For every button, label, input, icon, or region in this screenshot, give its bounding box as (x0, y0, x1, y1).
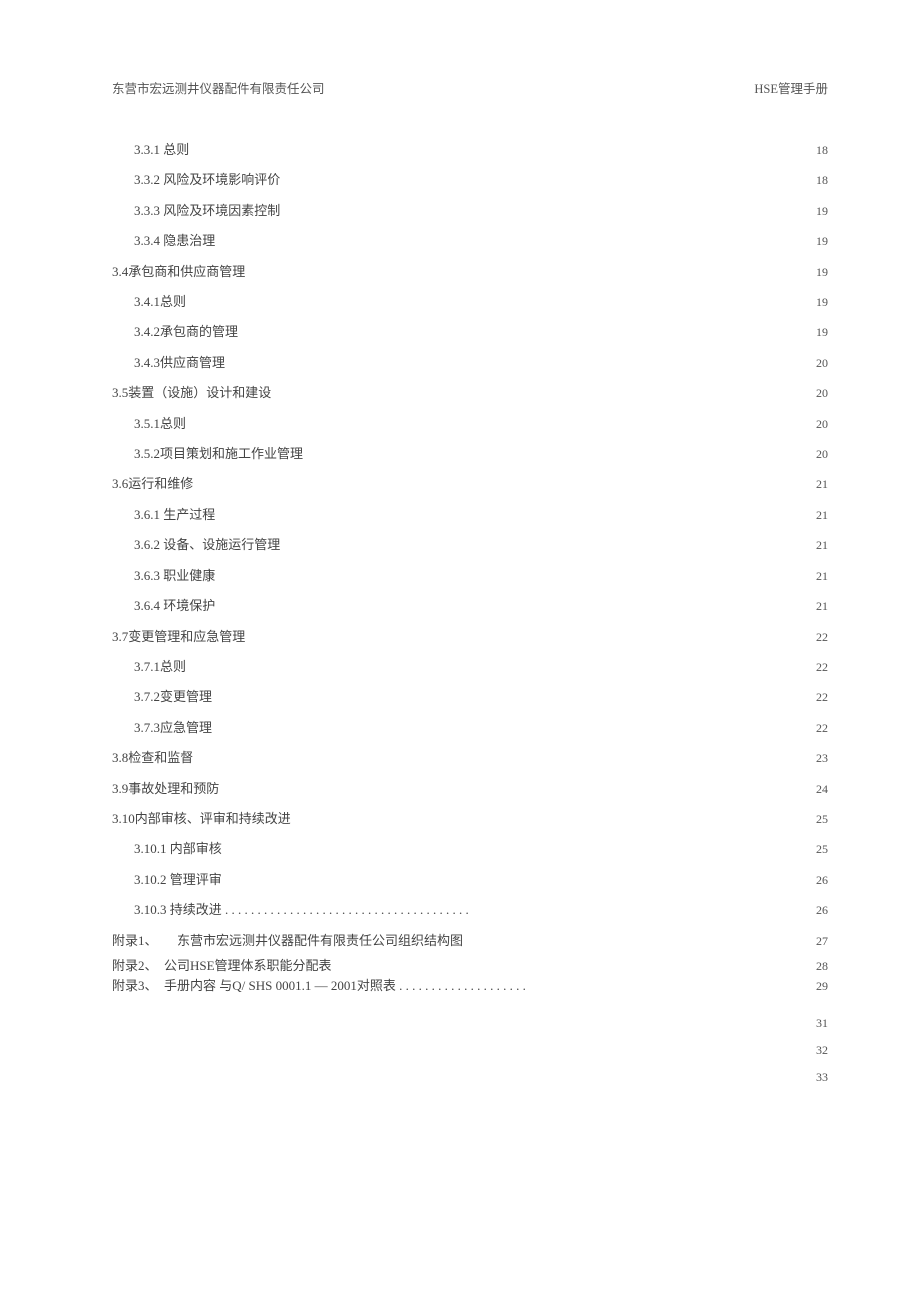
toc-label: 3.3.4 隐患治理 (134, 226, 215, 255)
toc-page-number: 22 (816, 683, 828, 712)
trailing-page-number: 33 (112, 1064, 828, 1091)
toc-label: 3.6.4 环境保护 (134, 591, 215, 620)
toc-entry: 3.10.1 内部审核 25 (112, 834, 828, 864)
toc-label: 3.4.3供应商管理 (134, 348, 225, 377)
toc-page-number: 22 (816, 623, 828, 652)
toc-page-number: 20 (816, 379, 828, 408)
toc-page-number: 19 (816, 197, 828, 226)
toc-entry: 附录3、 手册内容 与Q/ SHS 0001.1 — 2001对照表 . . .… (112, 976, 828, 996)
toc-label: 3.10.1 内部审核 (134, 834, 222, 863)
header-left: 东营市宏远测井仪器配件有限责任公司 (112, 78, 325, 97)
toc-page-number: 20 (816, 349, 828, 378)
toc-entry: 3.3.1 总则 18 (112, 135, 828, 165)
toc-entry: 3.4.2承包商的管理 19 (112, 317, 828, 347)
toc-entry: 3.6运行和维修 21 (112, 469, 828, 499)
toc-page-number: 26 (816, 866, 828, 895)
toc-entry: 3.8检查和监督 23 (112, 743, 828, 773)
toc-page-number: 21 (816, 562, 828, 591)
toc-label: 3.5装置（设施）设计和建设 (112, 378, 271, 407)
toc-entry: 3.10内部审核、评审和持续改进 25 (112, 804, 828, 834)
toc-page-number: 21 (816, 501, 828, 530)
toc-label: 3.3.2 风险及环境影响评价 (134, 165, 280, 194)
toc-entry: 3.6.3 职业健康 21 (112, 561, 828, 591)
toc-entry: 3.5装置（设施）设计和建设 20 (112, 378, 828, 408)
toc-label: 3.7.2变更管理 (134, 682, 212, 711)
toc-label: 3.6.2 设备、设施运行管理 (134, 530, 280, 559)
toc-page-number: 23 (816, 744, 828, 773)
toc-entry: 3.6.4 环境保护 21 (112, 591, 828, 621)
toc-page-number: 28 (816, 957, 828, 976)
toc-page-number: 20 (816, 440, 828, 469)
document-page: 东营市宏远测井仪器配件有限责任公司 HSE管理手册 3.3.1 总则183.3.… (0, 0, 920, 1091)
toc-page-number: 21 (816, 470, 828, 499)
toc-page-number: 18 (816, 166, 828, 195)
toc-label: 3.10.3 持续改进 . . . . . . . . . . . . . . … (134, 895, 469, 924)
toc-entry: 3.7.2变更管理 22 (112, 682, 828, 712)
page-header: 东营市宏远测井仪器配件有限责任公司 HSE管理手册 (112, 78, 828, 97)
toc-label: 3.7.3应急管理 (134, 713, 212, 742)
toc-page-number: 25 (816, 835, 828, 864)
toc-label: 3.5.2项目策划和施工作业管理 (134, 439, 303, 468)
toc-label: 3.3.1 总则 (134, 135, 189, 164)
toc-page-number: 21 (816, 531, 828, 560)
toc-label: 附录3、 手册内容 与Q/ SHS 0001.1 — 2001对照表 . . .… (112, 976, 526, 995)
toc-page-number: 22 (816, 653, 828, 682)
toc-label: 附录2、 公司HSE管理体系职能分配表 (112, 956, 332, 975)
toc-label: 3.3.3 风险及环境因素控制 (134, 196, 280, 225)
header-right: HSE管理手册 (754, 78, 828, 97)
toc-entry: 附录1、 东营市宏远测井仪器配件有限责任公司组织结构图 27 (112, 926, 828, 956)
toc-label: 3.6.1 生产过程 (134, 500, 215, 529)
toc-page-number: 19 (816, 227, 828, 256)
toc-entry: 3.6.2 设备、设施运行管理 21 (112, 530, 828, 560)
toc-page-number: 29 (816, 977, 828, 996)
toc-page-number: 26 (816, 896, 828, 925)
toc-label: 3.8检查和监督 (112, 743, 193, 772)
toc-entry: 3.5.2项目策划和施工作业管理 20 (112, 439, 828, 469)
table-of-contents: 3.3.1 总则183.3.2 风险及环境影响评价183.3.3 风险及环境因素… (112, 135, 828, 996)
toc-entry: 3.4.3供应商管理 20 (112, 348, 828, 378)
toc-page-number: 22 (816, 714, 828, 743)
toc-entry: 3.10.3 持续改进 . . . . . . . . . . . . . . … (112, 895, 828, 925)
toc-label: 3.7.1总则 (134, 652, 186, 681)
toc-entry: 3.7.3应急管理 22 (112, 713, 828, 743)
toc-entry: 3.7变更管理和应急管理 22 (112, 622, 828, 652)
toc-label: 3.10内部审核、评审和持续改进 (112, 804, 291, 833)
toc-page-number: 19 (816, 258, 828, 287)
trailing-page-number: 32 (112, 1037, 828, 1064)
toc-entry: 3.3.4 隐患治理 19 (112, 226, 828, 256)
toc-entry: 3.10.2 管理评审 26 (112, 865, 828, 895)
toc-label: 3.4.2承包商的管理 (134, 317, 238, 346)
toc-page-number: 25 (816, 805, 828, 834)
toc-label: 3.4承包商和供应商管理 (112, 257, 245, 286)
toc-entry: 3.3.2 风险及环境影响评价 18 (112, 165, 828, 195)
toc-page-number: 24 (816, 775, 828, 804)
toc-entry: 3.5.1总则 20 (112, 409, 828, 439)
toc-label: 3.7变更管理和应急管理 (112, 622, 245, 651)
toc-entry: 3.3.3 风险及环境因素控制 19 (112, 196, 828, 226)
toc-label: 3.4.1总则 (134, 287, 186, 316)
toc-page-number: 18 (816, 136, 828, 165)
toc-label: 3.6.3 职业健康 (134, 561, 215, 590)
toc-label: 3.5.1总则 (134, 409, 186, 438)
toc-entry: 附录2、 公司HSE管理体系职能分配表 28 (112, 956, 828, 976)
toc-label: 3.10.2 管理评审 (134, 865, 222, 894)
trailing-page-number: 31 (112, 1010, 828, 1037)
toc-page-number: 21 (816, 592, 828, 621)
trailing-page-numbers: 313233 (112, 1010, 828, 1091)
toc-page-number: 20 (816, 410, 828, 439)
toc-entry: 3.9事故处理和预防 24 (112, 774, 828, 804)
toc-entry: 3.7.1总则 22 (112, 652, 828, 682)
toc-page-number: 19 (816, 318, 828, 347)
toc-entry: 3.6.1 生产过程 21 (112, 500, 828, 530)
toc-label: 3.9事故处理和预防 (112, 774, 219, 803)
toc-label: 3.6运行和维修 (112, 469, 193, 498)
toc-entry: 3.4.1总则 19 (112, 287, 828, 317)
toc-page-number: 19 (816, 288, 828, 317)
toc-label: 附录1、 东营市宏远测井仪器配件有限责任公司组织结构图 (112, 926, 463, 955)
toc-entry: 3.4承包商和供应商管理 19 (112, 257, 828, 287)
toc-page-number: 27 (816, 927, 828, 956)
